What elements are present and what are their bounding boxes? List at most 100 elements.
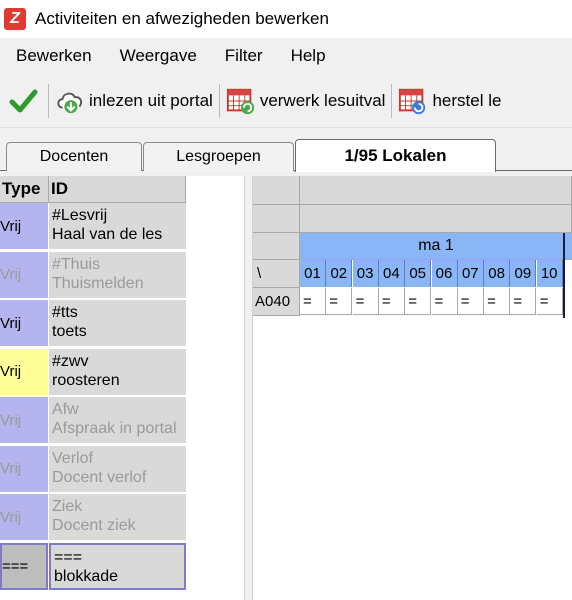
column-header-type[interactable]: Type — [0, 176, 49, 203]
list-item[interactable]: Vrij #tts toets — [0, 300, 186, 348]
period-header[interactable]: 03 — [352, 260, 379, 287]
schedule-cell[interactable]: = — [431, 288, 458, 315]
activity-id: Ziek Docent ziek — [49, 494, 186, 541]
list-item[interactable]: Vrij #Thuis Thuismelden — [0, 251, 186, 300]
tab-lokalen-label: 1/95 Lokalen — [344, 146, 447, 165]
grid-corner — [253, 176, 300, 205]
activity-id: === blokkade — [49, 542, 186, 590]
period-header[interactable]: 07 — [457, 260, 484, 287]
schedule-cell[interactable]: = — [300, 288, 326, 315]
tab-docenten[interactable]: Docenten — [6, 142, 142, 171]
activity-type: Vrij — [0, 300, 48, 347]
activity-code: === — [54, 548, 83, 566]
list-empty-area — [186, 176, 244, 600]
import-from-portal-button[interactable]: inlezen uit portal — [55, 81, 213, 121]
activity-id: #Thuis Thuismelden — [49, 251, 186, 299]
menu-bewerken[interactable]: Bewerken — [0, 46, 104, 66]
activity-type: Vrij — [0, 203, 48, 250]
period-header[interactable]: 06 — [431, 260, 458, 287]
activity-id: Verlof Docent verlof — [49, 445, 186, 493]
day-divider — [563, 233, 565, 318]
grid-corner-label: \ — [253, 260, 300, 288]
list-item[interactable]: Vrij #zwv roosteren — [0, 348, 186, 397]
menu-filter[interactable]: Filter — [209, 46, 275, 66]
restore-button[interactable]: herstel le — [398, 81, 501, 121]
list-item[interactable]: Vrij #Lesvrij Haal van de les — [0, 203, 186, 251]
activity-type: Vrij — [0, 397, 48, 444]
room-label[interactable]: A040 — [253, 288, 300, 316]
grid-header-row — [300, 176, 572, 205]
activity-type: Vrij — [0, 445, 48, 493]
calendar-restore-icon — [398, 86, 428, 116]
tab-lesgroepen[interactable]: Lesgroepen — [143, 142, 294, 171]
grid-corner — [253, 233, 300, 260]
activity-code: #Thuis — [52, 255, 101, 273]
activity-code: #Lesvrij — [52, 207, 108, 224]
cloud-download-icon — [55, 86, 85, 116]
toolbar-separator — [48, 83, 49, 118]
activity-description: Docent ziek — [52, 517, 136, 534]
schedule-cell[interactable]: = — [510, 288, 537, 315]
list-item[interactable]: === === blokkade — [0, 542, 186, 591]
activity-code: Ziek — [52, 498, 83, 515]
list-item[interactable]: Vrij Ziek Docent ziek — [0, 494, 186, 542]
toolbar-separator — [218, 83, 220, 118]
import-from-portal-label: inlezen uit portal — [89, 90, 213, 110]
activity-description: toets — [52, 323, 87, 340]
calendar-process-icon — [226, 86, 256, 116]
confirm-button[interactable] — [8, 81, 42, 121]
activity-description: roosteren — [52, 371, 120, 389]
activity-code: #zwv — [52, 352, 89, 370]
panel-splitter[interactable] — [244, 176, 253, 600]
restore-label: herstel le — [432, 90, 502, 110]
period-header[interactable]: 02 — [326, 260, 353, 287]
period-header[interactable]: 04 — [378, 260, 405, 287]
activity-description: Thuismelden — [52, 274, 144, 292]
list-item[interactable]: Vrij Afw Afspraak in portal — [0, 397, 186, 445]
column-header-id[interactable]: ID — [49, 176, 186, 203]
menu-bar: Bewerken Weergave Filter Help — [0, 38, 572, 74]
activity-code: #tts — [52, 304, 78, 321]
schedule-cell[interactable]: = — [352, 288, 379, 315]
activity-code: Afw — [52, 401, 79, 418]
activity-description: Haal van de les — [52, 226, 163, 243]
period-header[interactable]: 09 — [510, 260, 537, 287]
process-cancellations-button[interactable]: verwerk lesuitval — [226, 81, 385, 121]
menu-help[interactable]: Help — [275, 46, 338, 66]
tab-lokalen[interactable]: 1/95 Lokalen — [295, 139, 496, 172]
schedule-cell[interactable]: = — [484, 288, 511, 315]
checkmark-icon — [8, 86, 38, 116]
day-header: ma 1 — [300, 233, 572, 260]
schedule-cell[interactable]: = — [326, 288, 353, 315]
period-header[interactable]: 01 — [300, 260, 326, 287]
activity-id: Afw Afspraak in portal — [49, 397, 186, 444]
toolbar-separator — [391, 83, 393, 118]
schedule-cell[interactable]: = — [378, 288, 405, 315]
activity-description: Docent verlof — [52, 468, 147, 486]
activity-type: Vrij — [0, 494, 48, 541]
window-title: Activiteiten en afwezigheden bewerken — [35, 9, 329, 28]
period-header[interactable]: 08 — [484, 260, 511, 287]
activity-description: Afspraak in portal — [52, 420, 177, 437]
activity-type: Vrij — [0, 251, 48, 299]
activity-id: #zwv roosteren — [49, 348, 186, 396]
period-header[interactable]: 10 — [536, 260, 563, 287]
activity-code: Verlof — [52, 449, 93, 467]
activity-description: blokkade — [54, 567, 119, 585]
schedule-cell[interactable]: = — [457, 288, 484, 315]
grid-header-row — [300, 205, 572, 233]
activity-id: #Lesvrij Haal van de les — [49, 203, 186, 250]
menu-weergave[interactable]: Weergave — [104, 46, 209, 66]
tab-docenten-label: Docenten — [39, 148, 109, 165]
schedule-cell[interactable]: = — [536, 288, 563, 315]
list-item[interactable]: Vrij Verlof Docent verlof — [0, 445, 186, 494]
activity-type: Vrij — [0, 348, 48, 396]
schedule-cell[interactable]: = — [405, 288, 432, 315]
activity-id: #tts toets — [49, 300, 186, 347]
grid-corner — [253, 205, 300, 233]
app-z-icon: Z — [4, 8, 26, 30]
tab-lesgroepen-label: Lesgroepen — [176, 148, 261, 165]
toolbar: inlezen uit portal verwerk lesuitval her… — [0, 74, 572, 128]
activity-type: === — [0, 542, 48, 590]
period-header[interactable]: 05 — [405, 260, 432, 287]
